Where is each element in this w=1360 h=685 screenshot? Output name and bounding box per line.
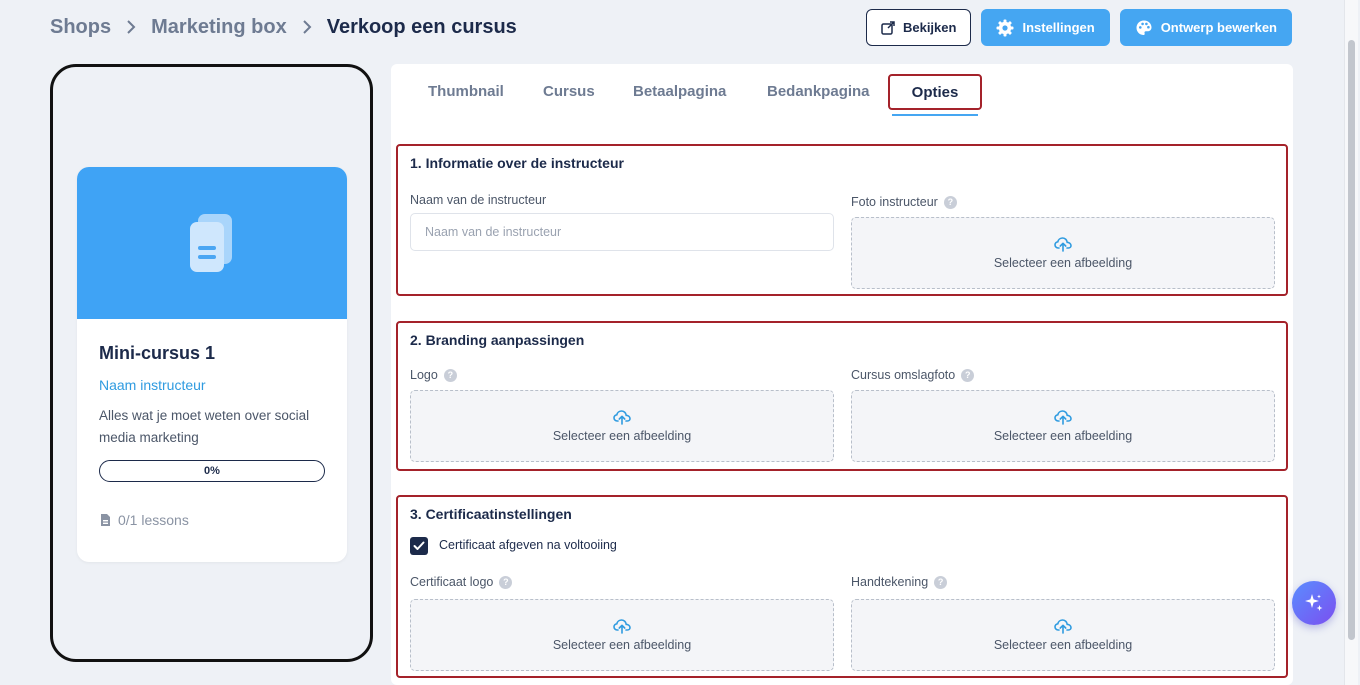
chevron-right-icon [127, 20, 136, 34]
upload-text: Selecteer een afbeelding [552, 638, 692, 652]
upload-text: Selecteer een afbeelding [993, 256, 1133, 270]
course-cover [77, 167, 347, 319]
instructor-photo-label: Foto instructeur ? [851, 195, 957, 209]
tab-cursus[interactable]: Cursus [543, 83, 595, 100]
page-title: Verkoop een cursus [326, 15, 517, 38]
instructor-section: 1. Informatie over de instructeur Naam v… [396, 144, 1288, 296]
gear-icon [996, 19, 1014, 36]
cover-photo-upload[interactable]: Selecteer een afbeelding [851, 390, 1275, 462]
section-title: 3. Certificaatinstellingen [410, 506, 572, 522]
file-icon [101, 514, 110, 526]
sparkle-icon [1305, 594, 1323, 611]
lessons-text: 0/1 lessons [118, 512, 189, 528]
tab-thumbnail[interactable]: Thumbnail [428, 83, 504, 100]
progress-bar: 0% [99, 460, 325, 482]
cloud-upload-icon [613, 619, 631, 634]
certificate-logo-label: Certificaat logo ? [410, 575, 513, 589]
upload-text: Selecteer een afbeelding [993, 429, 1133, 443]
tab-opties[interactable]: Opties [888, 74, 982, 110]
ai-assistant-button[interactable] [1292, 581, 1336, 625]
progress-text: 0% [204, 465, 220, 477]
section-title: 2. Branding aanpassingen [410, 332, 585, 348]
checkmark-icon [413, 541, 425, 550]
course-description: Alles wat je moet weten over social medi… [99, 408, 310, 445]
breadcrumb-marketing-box[interactable]: Marketing box [151, 16, 287, 39]
breadcrumb: Shops Marketing box Verkoop een cursus [50, 14, 517, 40]
cover-photo-label-text: Cursus omslagfoto [851, 368, 956, 382]
settings-button-label: Instellingen [1022, 20, 1095, 35]
tab-bedankpagina[interactable]: Bedankpagina [767, 83, 870, 100]
branding-section: 2. Branding aanpassingen Logo ? Selectee… [396, 321, 1288, 471]
signature-label-text: Handtekening [851, 575, 929, 589]
header-actions: Bekijken Instellingen Ontwerp bewerken [865, 9, 1292, 46]
certificate-checkbox-label[interactable]: Certificaat afgeven na voltooiing [439, 538, 617, 552]
section-title: 1. Informatie over de instructeur [410, 155, 624, 171]
instructor-name-label-text: Naam van de instructeur [410, 193, 547, 207]
breadcrumb-shops[interactable]: Shops [50, 16, 111, 39]
instructor-photo-label-text: Foto instructeur [851, 195, 938, 209]
logo-label: Logo ? [410, 368, 457, 382]
edit-design-button-label: Ontwerp bewerken [1160, 20, 1277, 35]
help-icon[interactable]: ? [499, 575, 513, 589]
help-icon[interactable]: ? [934, 575, 948, 589]
active-tab-indicator [892, 114, 978, 116]
tab-betaalpagina[interactable]: Betaalpagina [633, 83, 726, 100]
tab-opties-label: Opties [911, 83, 959, 101]
certificate-checkbox[interactable] [410, 537, 428, 555]
course-card: Mini-cursus 1 Naam instructeur Alles wat… [77, 167, 347, 562]
cloud-upload-icon [613, 410, 631, 425]
instructor-name-input[interactable] [410, 213, 834, 251]
certificate-logo-upload[interactable]: Selecteer een afbeelding [410, 599, 834, 671]
course-instructor: Naam instructeur [99, 377, 206, 393]
tab-bar: Thumbnail Cursus Betaalpagina Bedankpagi… [391, 64, 1293, 120]
palette-icon [1136, 20, 1152, 35]
chevron-right-icon [302, 20, 312, 34]
document-icon [190, 214, 232, 272]
cloud-upload-icon [1054, 237, 1072, 252]
certificate-section: 3. Certificaatinstellingen Certificaat a… [396, 495, 1288, 678]
certificate-logo-label-text: Certificaat logo [410, 575, 494, 589]
logo-upload[interactable]: Selecteer een afbeelding [410, 390, 834, 462]
scrollbar-thumb[interactable] [1348, 40, 1355, 640]
help-icon[interactable]: ? [943, 195, 957, 209]
cover-photo-label: Cursus omslagfoto ? [851, 368, 975, 382]
instructor-name-label: Naam van de instructeur [410, 193, 546, 207]
signature-label: Handtekening ? [851, 575, 948, 589]
external-link-icon [881, 20, 895, 35]
lessons-count: 0/1 lessons [99, 512, 325, 528]
phone-preview: Mini-cursus 1 Naam instructeur Alles wat… [50, 64, 373, 662]
logo-label-text: Logo [410, 368, 438, 382]
view-button-label: Bekijken [902, 20, 957, 35]
signature-upload[interactable]: Selecteer een afbeelding [851, 599, 1275, 671]
cloud-upload-icon [1054, 410, 1072, 425]
instructor-photo-upload[interactable]: Selecteer een afbeelding [851, 217, 1275, 289]
edit-design-button[interactable]: Ontwerp bewerken [1119, 9, 1292, 46]
view-button[interactable]: Bekijken [865, 9, 972, 46]
course-title: Mini-cursus 1 [99, 343, 216, 363]
options-panel: Thumbnail Cursus Betaalpagina Bedankpagi… [391, 64, 1293, 685]
upload-text: Selecteer een afbeelding [552, 429, 692, 443]
settings-button[interactable]: Instellingen [981, 9, 1110, 46]
cloud-upload-icon [1054, 619, 1072, 634]
help-icon[interactable]: ? [961, 368, 975, 382]
help-icon[interactable]: ? [443, 368, 457, 382]
upload-text: Selecteer een afbeelding [993, 638, 1133, 652]
